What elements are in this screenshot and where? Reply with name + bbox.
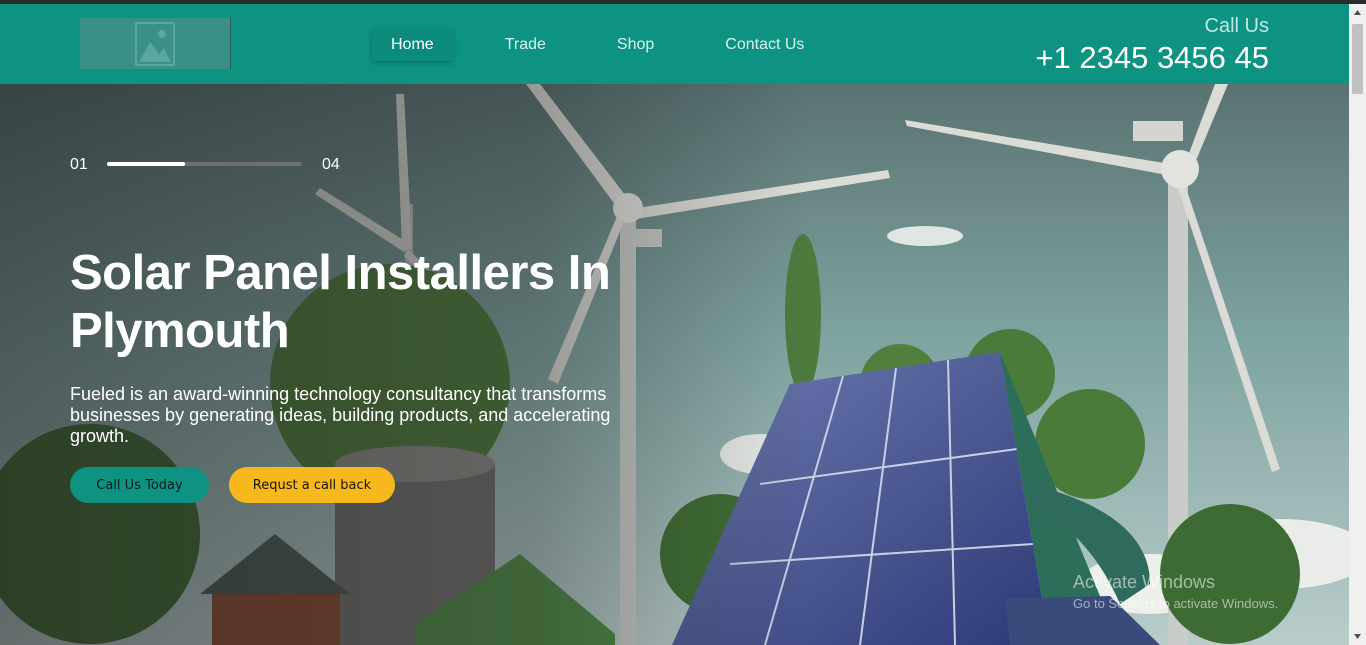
call-us-label: Call Us: [1204, 15, 1269, 37]
slide-total-number: 04: [322, 156, 340, 173]
nav-link-home[interactable]: Home: [371, 29, 454, 61]
hero-title: Solar Panel Installers In Plymouth: [70, 246, 611, 358]
site-logo[interactable]: [80, 18, 231, 69]
slide-current-number: 01: [70, 156, 88, 173]
hero-description: Fueled is an award-winning technology co…: [70, 384, 611, 446]
slide-progress-fill: [107, 162, 185, 166]
request-callback-button[interactable]: Requst a call back: [229, 467, 395, 503]
scroll-down-arrow-icon[interactable]: [1349, 628, 1366, 645]
call-us-today-button[interactable]: Call Us Today: [70, 467, 209, 503]
hero-section: 01 04 Solar Panel Installers In Plymouth…: [0, 84, 1349, 645]
scrollbar-thumb[interactable]: [1352, 24, 1363, 94]
call-us-block: Call Us +1 2345 3456 45: [1035, 14, 1269, 76]
nav-link-contact-us[interactable]: Contact Us: [705, 29, 824, 61]
nav-link-trade[interactable]: Trade: [485, 29, 566, 61]
hero-dark-overlay: [0, 84, 1349, 645]
image-placeholder-icon: [135, 21, 175, 66]
watermark-subtitle: Go to Settings to activate Windows.: [1073, 596, 1279, 611]
phone-number[interactable]: +1 2345 3456 45: [1035, 40, 1269, 76]
windows-activation-watermark: Activate Windows Go to Settings to activ…: [1073, 572, 1278, 611]
slide-progress-track[interactable]: [107, 162, 302, 166]
scroll-up-arrow-icon[interactable]: [1349, 4, 1366, 21]
page-scrollbar[interactable]: [1349, 4, 1366, 645]
main-nav: Home Trade Shop Contact Us: [371, 29, 855, 61]
nav-link-shop[interactable]: Shop: [597, 29, 674, 61]
watermark-title: Activate Windows: [1073, 572, 1216, 592]
navbar: Home Trade Shop Contact Us Call Us +1 2345 …: [0, 4, 1349, 84]
